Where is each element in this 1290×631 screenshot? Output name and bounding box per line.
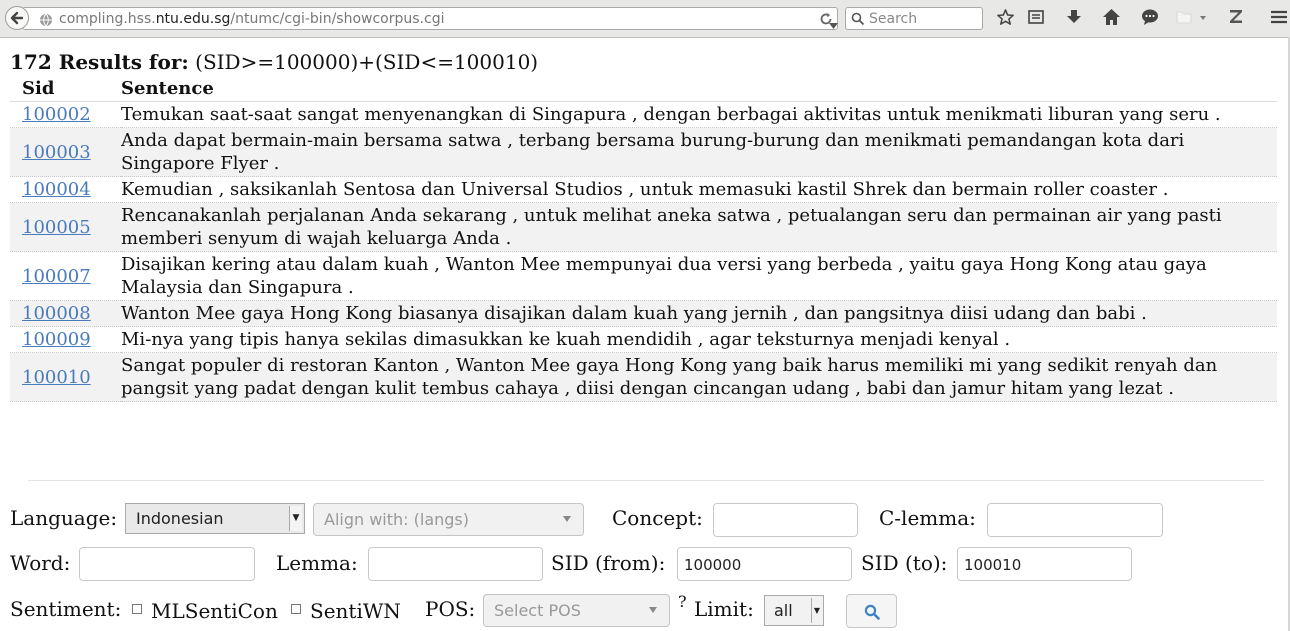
url-domain: ntu.edu.sg: [155, 11, 231, 27]
search-placeholder: Search: [869, 11, 918, 27]
sid-from-label: SID (from):: [551, 551, 666, 575]
bookmark-star-icon[interactable]: [996, 8, 1015, 31]
chevron-down-icon: ▼: [811, 598, 822, 623]
sid-link[interactable]: 100003: [22, 142, 91, 163]
sentence-cell: Kemudian , saksikanlah Sentosa dan Unive…: [121, 176, 1277, 203]
language-select[interactable]: Indonesian ▼: [125, 503, 305, 534]
table-row: 100008 Wanton Mee gaya Hong Kong biasany…: [10, 300, 1277, 327]
sid-to-label: SID (to):: [861, 551, 948, 575]
download-icon[interactable]: [1065, 8, 1083, 30]
language-value: Indonesian: [136, 509, 224, 528]
menu-icon[interactable]: [1270, 8, 1288, 30]
search-icon: [851, 12, 865, 26]
zotero-icon[interactable]: [1229, 8, 1243, 28]
divider: [28, 480, 1264, 481]
word-label: Word:: [10, 551, 71, 575]
language-label: Language:: [10, 506, 118, 530]
results-header-row: Sid Sentence: [10, 77, 1277, 102]
table-row: 100007 Disajikan kering atau dalam kuah …: [10, 251, 1277, 301]
sid-link[interactable]: 100010: [22, 367, 91, 388]
sid-cell: 100002: [10, 101, 121, 128]
table-row: 100003 Anda dapat bermain-main bersama s…: [10, 127, 1277, 177]
sentence-cell: Mi-nya yang tipis hanya sekilas dimasukk…: [121, 326, 1277, 353]
table-row: 100009 Mi-nya yang tipis hanya sekilas d…: [10, 326, 1277, 353]
pos-select[interactable]: Select POS: [483, 594, 670, 627]
globe-icon: [39, 12, 53, 31]
home-icon[interactable]: [1102, 8, 1121, 30]
sid-cell: 100007: [10, 251, 121, 301]
sid-link[interactable]: 100004: [22, 179, 91, 200]
lemma-input[interactable]: [368, 547, 543, 581]
address-bar[interactable]: compling.hss.ntu.edu.sg/ntumc/cgi-bin/sh…: [22, 7, 838, 30]
sentence-cell: Anda dapat bermain-main bersama satwa , …: [121, 127, 1277, 177]
help-link[interactable]: ?: [678, 592, 687, 611]
sid-cell: 100005: [10, 202, 121, 252]
results-title: 172 Results for: (SID>=100000)+(SID<=100…: [10, 50, 538, 74]
table-row: 100005 Rencanakanlah perjalanan Anda sek…: [10, 202, 1277, 252]
url-text: compling.hss.ntu.edu.sg/ntumc/cgi-bin/sh…: [59, 11, 444, 27]
back-button[interactable]: [5, 6, 29, 30]
word-input[interactable]: [79, 547, 255, 581]
sid-link[interactable]: 100008: [22, 303, 91, 324]
sid-cell: 100009: [10, 326, 121, 353]
sentence-cell: Rencanakanlah perjalanan Anda sekarang ,…: [121, 202, 1277, 252]
results-query: (SID>=100000)+(SID<=100010): [195, 50, 539, 74]
browser-toolbar: compling.hss.ntu.edu.sg/ntumc/cgi-bin/sh…: [0, 0, 1290, 38]
browser-search-input[interactable]: Search: [845, 7, 983, 30]
sid-cell: 100003: [10, 127, 121, 177]
mlsenticon-label: MLSentiCon: [151, 599, 278, 623]
chat-icon[interactable]: [1141, 8, 1159, 30]
chevron-down-icon: [649, 607, 657, 613]
table-row: 100010 Sangat populer di restoran Kanton…: [10, 352, 1277, 402]
concept-label: Concept:: [612, 506, 703, 530]
table-row: 100002 Temukan saat-saat sangat menyenan…: [10, 101, 1277, 128]
mlsenticon-checkbox[interactable]: [132, 604, 142, 614]
clemma-input[interactable]: [987, 503, 1163, 537]
sid-link[interactable]: 100009: [22, 329, 91, 350]
column-header-sentence: Sentence: [121, 77, 1277, 102]
url-prefix: compling.hss.: [59, 11, 156, 27]
chevron-down-icon: [563, 516, 571, 522]
sid-cell: 100010: [10, 352, 121, 402]
sid-link[interactable]: 100005: [22, 217, 91, 238]
pos-placeholder: Select POS: [494, 601, 581, 620]
sid-cell: 100008: [10, 300, 121, 327]
sentiwn-label: SentiWN: [310, 599, 401, 623]
search-icon: [864, 604, 880, 620]
url-path: /ntumc/cgi-bin/showcorpus.cgi: [230, 11, 445, 27]
concept-input[interactable]: [713, 503, 858, 537]
reload-icon[interactable]: [819, 11, 833, 30]
sentiwn-checkbox[interactable]: [291, 604, 301, 614]
folder-icon[interactable]: [1176, 8, 1208, 30]
limit-select[interactable]: all ▼: [764, 595, 824, 626]
reading-list-icon[interactable]: [1027, 8, 1045, 30]
results-count: 172 Results for:: [10, 50, 189, 74]
lemma-label: Lemma:: [276, 551, 358, 575]
clemma-label: C-lemma:: [879, 506, 976, 530]
sentence-cell: Wanton Mee gaya Hong Kong biasanya disaj…: [121, 300, 1277, 327]
search-button[interactable]: [846, 594, 897, 628]
align-with-select[interactable]: Align with: (langs): [313, 503, 584, 536]
sid-from-input[interactable]: 100000: [677, 547, 852, 581]
sentiment-label: Sentiment:: [10, 597, 122, 621]
results-table: Sid Sentence 100002 Temukan saat-saat sa…: [10, 77, 1277, 402]
sentence-cell: Temukan saat-saat sangat menyenangkan di…: [121, 101, 1277, 128]
pos-label: POS:: [425, 597, 476, 621]
align-placeholder: Align with: (langs): [324, 510, 470, 529]
column-header-sid: Sid: [10, 77, 121, 102]
sid-to-input[interactable]: 100010: [957, 547, 1132, 581]
sentence-cell: Sangat populer di restoran Kanton , Want…: [121, 352, 1277, 402]
sid-link[interactable]: 100002: [22, 104, 91, 125]
limit-label: Limit:: [694, 597, 754, 621]
limit-value: all: [774, 601, 793, 620]
back-arrow-icon: [10, 11, 24, 25]
sentence-cell: Disajikan kering atau dalam kuah , Wanto…: [121, 251, 1277, 301]
sid-cell: 100004: [10, 176, 121, 203]
table-row: 100004 Kemudian , saksikanlah Sentosa da…: [10, 176, 1277, 203]
sid-link[interactable]: 100007: [22, 266, 91, 287]
chevron-down-icon: ▼: [289, 506, 302, 531]
